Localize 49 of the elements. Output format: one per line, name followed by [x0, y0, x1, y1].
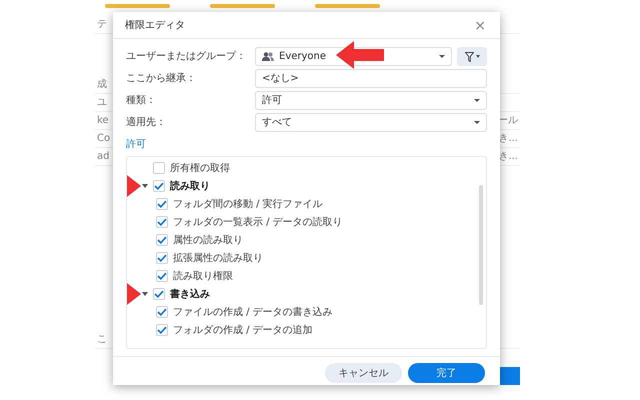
field-label: ここから継承： — [126, 72, 197, 86]
permission-label: フォルダの一覧表示 / データの読取り — [173, 216, 343, 230]
field-label: 適用先： — [126, 116, 167, 130]
scrollbar[interactable] — [479, 185, 483, 305]
background-text: き... — [498, 132, 518, 146]
background-text: ke — [97, 114, 109, 128]
background-text: ユ — [97, 96, 107, 110]
checkbox[interactable] — [153, 180, 165, 192]
permission-label: 属性の読み取り — [173, 234, 243, 248]
pointer-arrow-icon — [336, 41, 384, 69]
checkbox[interactable] — [156, 306, 168, 318]
background-text: Co — [97, 132, 110, 146]
background-text: き... — [498, 150, 518, 164]
permission-label: 読み取り — [170, 180, 210, 194]
permission-label: 書き込み — [170, 288, 210, 302]
input-field[interactable]: <なし> — [255, 69, 487, 88]
checkbox[interactable] — [156, 216, 168, 228]
field-label: 種類： — [126, 94, 157, 108]
filter-icon — [464, 52, 474, 62]
caret-icon — [439, 55, 445, 58]
dropdown[interactable]: 許可 — [255, 91, 487, 110]
checkbox[interactable] — [156, 234, 168, 246]
close-button[interactable]: × — [472, 18, 488, 32]
checkbox[interactable] — [153, 288, 165, 300]
cancel-button[interactable]: キャンセル — [325, 363, 402, 383]
dialog-title: 権限エディタ — [125, 18, 185, 33]
caret-icon — [474, 121, 480, 124]
permission-label: 拡張属性の読み取り — [173, 252, 263, 266]
background-text: 成 — [97, 78, 107, 92]
checkbox[interactable] — [153, 162, 165, 174]
background-text: ad — [97, 150, 110, 164]
permission-label: フォルダの作成 / データの追加 — [173, 324, 313, 338]
permission-label: 所有権の取得 — [170, 162, 230, 176]
done-button[interactable]: 完了 — [408, 363, 485, 383]
group-icon — [262, 52, 274, 61]
checkbox[interactable] — [156, 324, 168, 336]
caret-icon — [474, 99, 480, 102]
permission-label: 読み取り権限 — [173, 270, 233, 284]
background-text: テ — [97, 18, 107, 32]
section-link[interactable]: 許可 — [126, 137, 146, 152]
checkbox[interactable] — [156, 270, 168, 282]
filter-button[interactable] — [457, 47, 487, 66]
checkbox[interactable] — [156, 252, 168, 264]
dropdown[interactable]: すべて — [255, 113, 487, 132]
field-label: ユーザーまたはグループ： — [126, 50, 247, 64]
checkbox[interactable] — [156, 198, 168, 210]
background-text: こ — [97, 333, 107, 347]
permission-label: ファイルの作成 / データの書き込み — [173, 306, 333, 320]
permission-label: フォルダ間の移動 / 実行ファイル — [173, 198, 323, 212]
